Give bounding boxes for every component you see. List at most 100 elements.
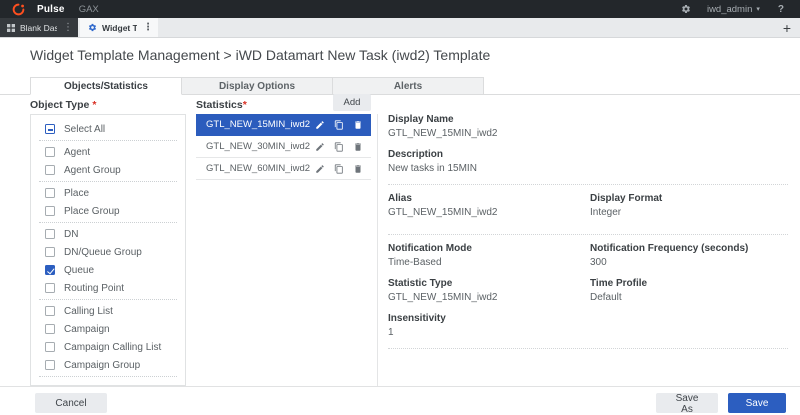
object-type-agent-group[interactable]: Agent Group	[31, 161, 185, 179]
pulse-app-window: Pulse GAX iwd_admin ▾ ? Blank Dashboard …	[0, 0, 800, 415]
statistic-actions	[315, 120, 363, 130]
list-divider	[39, 222, 177, 223]
list-divider	[39, 299, 177, 300]
dashboard-tab-strip: Blank Dashboard ⋮ Widget Template Manage…	[0, 18, 800, 38]
field-insensitivity: Insensitivity 1	[388, 313, 788, 339]
statistic-row[interactable]: GTL_NEW_60MIN_iwd2	[196, 158, 371, 180]
footer-bar: Cancel Save As Save	[0, 386, 800, 415]
object-type-dn[interactable]: DN	[31, 225, 185, 243]
checkbox-icon[interactable]	[45, 342, 55, 352]
user-menu[interactable]: iwd_admin ▾	[707, 4, 760, 15]
duplicate-icon[interactable]	[334, 142, 344, 152]
object-type-place-group[interactable]: Place Group	[31, 202, 185, 220]
object-type-campaign-calling-list[interactable]: Campaign Calling List	[31, 338, 185, 356]
tab-strip-spacer	[158, 18, 774, 37]
checkbox-icon[interactable]	[45, 147, 55, 157]
tab-display-options-label: Display Options	[219, 81, 295, 92]
gear-icon	[88, 23, 97, 32]
statistics-heading: Statistics*	[196, 99, 247, 111]
delete-icon[interactable]	[353, 164, 363, 174]
genesys-logo-icon	[12, 3, 25, 16]
save-as-button[interactable]: Save As	[656, 393, 718, 413]
detail-divider	[388, 348, 788, 349]
app-title-pulse: Pulse	[37, 4, 65, 15]
object-type-queue[interactable]: Queue	[31, 261, 185, 279]
required-asterisk: *	[92, 99, 96, 111]
tab-objects-statistics[interactable]: Objects/Statistics	[30, 77, 182, 95]
cancel-button[interactable]: Cancel	[35, 393, 107, 413]
field-alias: Alias GTL_NEW_15MIN_iwd2	[388, 193, 590, 219]
tab-menu-icon[interactable]: ⋮	[62, 23, 74, 33]
object-type-place[interactable]: Place	[31, 184, 185, 202]
checkbox-icon[interactable]	[45, 265, 55, 275]
checkbox-icon[interactable]	[45, 229, 55, 239]
checkbox-icon[interactable]	[45, 360, 55, 370]
edit-icon[interactable]	[315, 120, 325, 130]
tab-blank-dashboard-label: Blank Dashboard	[20, 23, 57, 33]
delete-icon[interactable]	[353, 120, 363, 130]
checkbox-icon[interactable]	[45, 124, 55, 134]
checkbox-icon[interactable]	[45, 306, 55, 316]
object-type-campaign-group[interactable]: Campaign Group	[31, 356, 185, 374]
save-button[interactable]: Save	[728, 393, 786, 413]
checkbox-icon[interactable]	[45, 247, 55, 257]
add-tab-icon[interactable]: +	[774, 18, 800, 37]
help-icon[interactable]: ?	[778, 4, 784, 15]
chevron-down-icon: ▾	[756, 6, 760, 13]
tab-widget-template[interactable]: Widget Template Management ⋮	[80, 18, 158, 37]
statistic-actions	[315, 164, 363, 174]
field-notification-frequency: Notification Frequency (seconds) 300	[590, 243, 788, 269]
field-display-name: Display Name GTL_NEW_15MIN_iwd2	[388, 114, 788, 140]
detail-divider	[388, 234, 788, 235]
list-divider	[39, 181, 177, 182]
statistic-name: GTL_NEW_60MIN_iwd2	[206, 163, 315, 174]
object-type-routing-point[interactable]: Routing Point	[31, 279, 185, 297]
checkbox-icon[interactable]	[45, 283, 55, 293]
object-type-select-all[interactable]: Select All	[31, 120, 185, 138]
tab-objects-statistics-label: Objects/Statistics	[64, 81, 148, 92]
tab-alerts[interactable]: Alerts	[332, 77, 484, 95]
tab-display-options[interactable]: Display Options	[181, 77, 333, 95]
page-title: Widget Template Management > iWD Datamar…	[30, 47, 490, 63]
object-type-dn-queue-group[interactable]: DN/Queue Group	[31, 243, 185, 261]
list-divider	[39, 140, 177, 141]
nav-link-gax[interactable]: GAX	[79, 4, 99, 15]
section-tabs: Objects/Statistics Display Options Alert…	[0, 75, 800, 95]
tab-menu-icon[interactable]: ⋮	[142, 23, 154, 33]
object-type-panel: Select All Agent Agent Group Place Place…	[30, 114, 186, 386]
duplicate-icon[interactable]	[334, 164, 344, 174]
checkbox-icon[interactable]	[45, 188, 55, 198]
object-type-heading: Object Type*	[30, 99, 96, 111]
panel-divider	[377, 114, 378, 386]
field-time-profile: Time Profile Default	[590, 278, 788, 304]
checkbox-icon[interactable]	[45, 206, 55, 216]
tab-blank-dashboard[interactable]: Blank Dashboard ⋮	[0, 18, 78, 37]
duplicate-icon[interactable]	[334, 120, 344, 130]
username-label: iwd_admin	[707, 4, 752, 15]
statistic-row[interactable]: GTL_NEW_15MIN_iwd2	[196, 114, 371, 136]
edit-icon[interactable]	[315, 142, 325, 152]
statistics-list: GTL_NEW_15MIN_iwd2 GTL_NEW_30MIN_iwd2 GT…	[196, 114, 371, 180]
dashboard-grid-icon	[7, 24, 15, 32]
object-type-agent[interactable]: Agent	[31, 143, 185, 161]
delete-icon[interactable]	[353, 142, 363, 152]
statistic-name: GTL_NEW_15MIN_iwd2	[206, 119, 315, 130]
checkbox-icon[interactable]	[45, 165, 55, 175]
add-statistic-button[interactable]: Add	[333, 94, 371, 111]
edit-icon[interactable]	[315, 164, 325, 174]
top-header-bar: Pulse GAX iwd_admin ▾ ?	[0, 0, 800, 18]
field-notification-mode: Notification Mode Time-Based	[388, 243, 590, 269]
tab-widget-template-label: Widget Template Management	[102, 23, 137, 33]
statistic-row[interactable]: GTL_NEW_30MIN_iwd2	[196, 136, 371, 158]
detail-divider	[388, 184, 788, 185]
save-button-group: Save As Save	[656, 393, 786, 413]
tab-alerts-label: Alerts	[394, 81, 422, 92]
object-type-calling-list[interactable]: Calling List	[31, 302, 185, 320]
list-divider	[39, 376, 177, 377]
checkbox-icon[interactable]	[45, 324, 55, 334]
field-description: Description New tasks in 15MIN	[388, 149, 788, 175]
statistic-actions	[315, 142, 363, 152]
field-statistic-type: Statistic Type GTL_NEW_15MIN_iwd2	[388, 278, 590, 304]
settings-icon[interactable]	[681, 4, 691, 14]
object-type-campaign[interactable]: Campaign	[31, 320, 185, 338]
